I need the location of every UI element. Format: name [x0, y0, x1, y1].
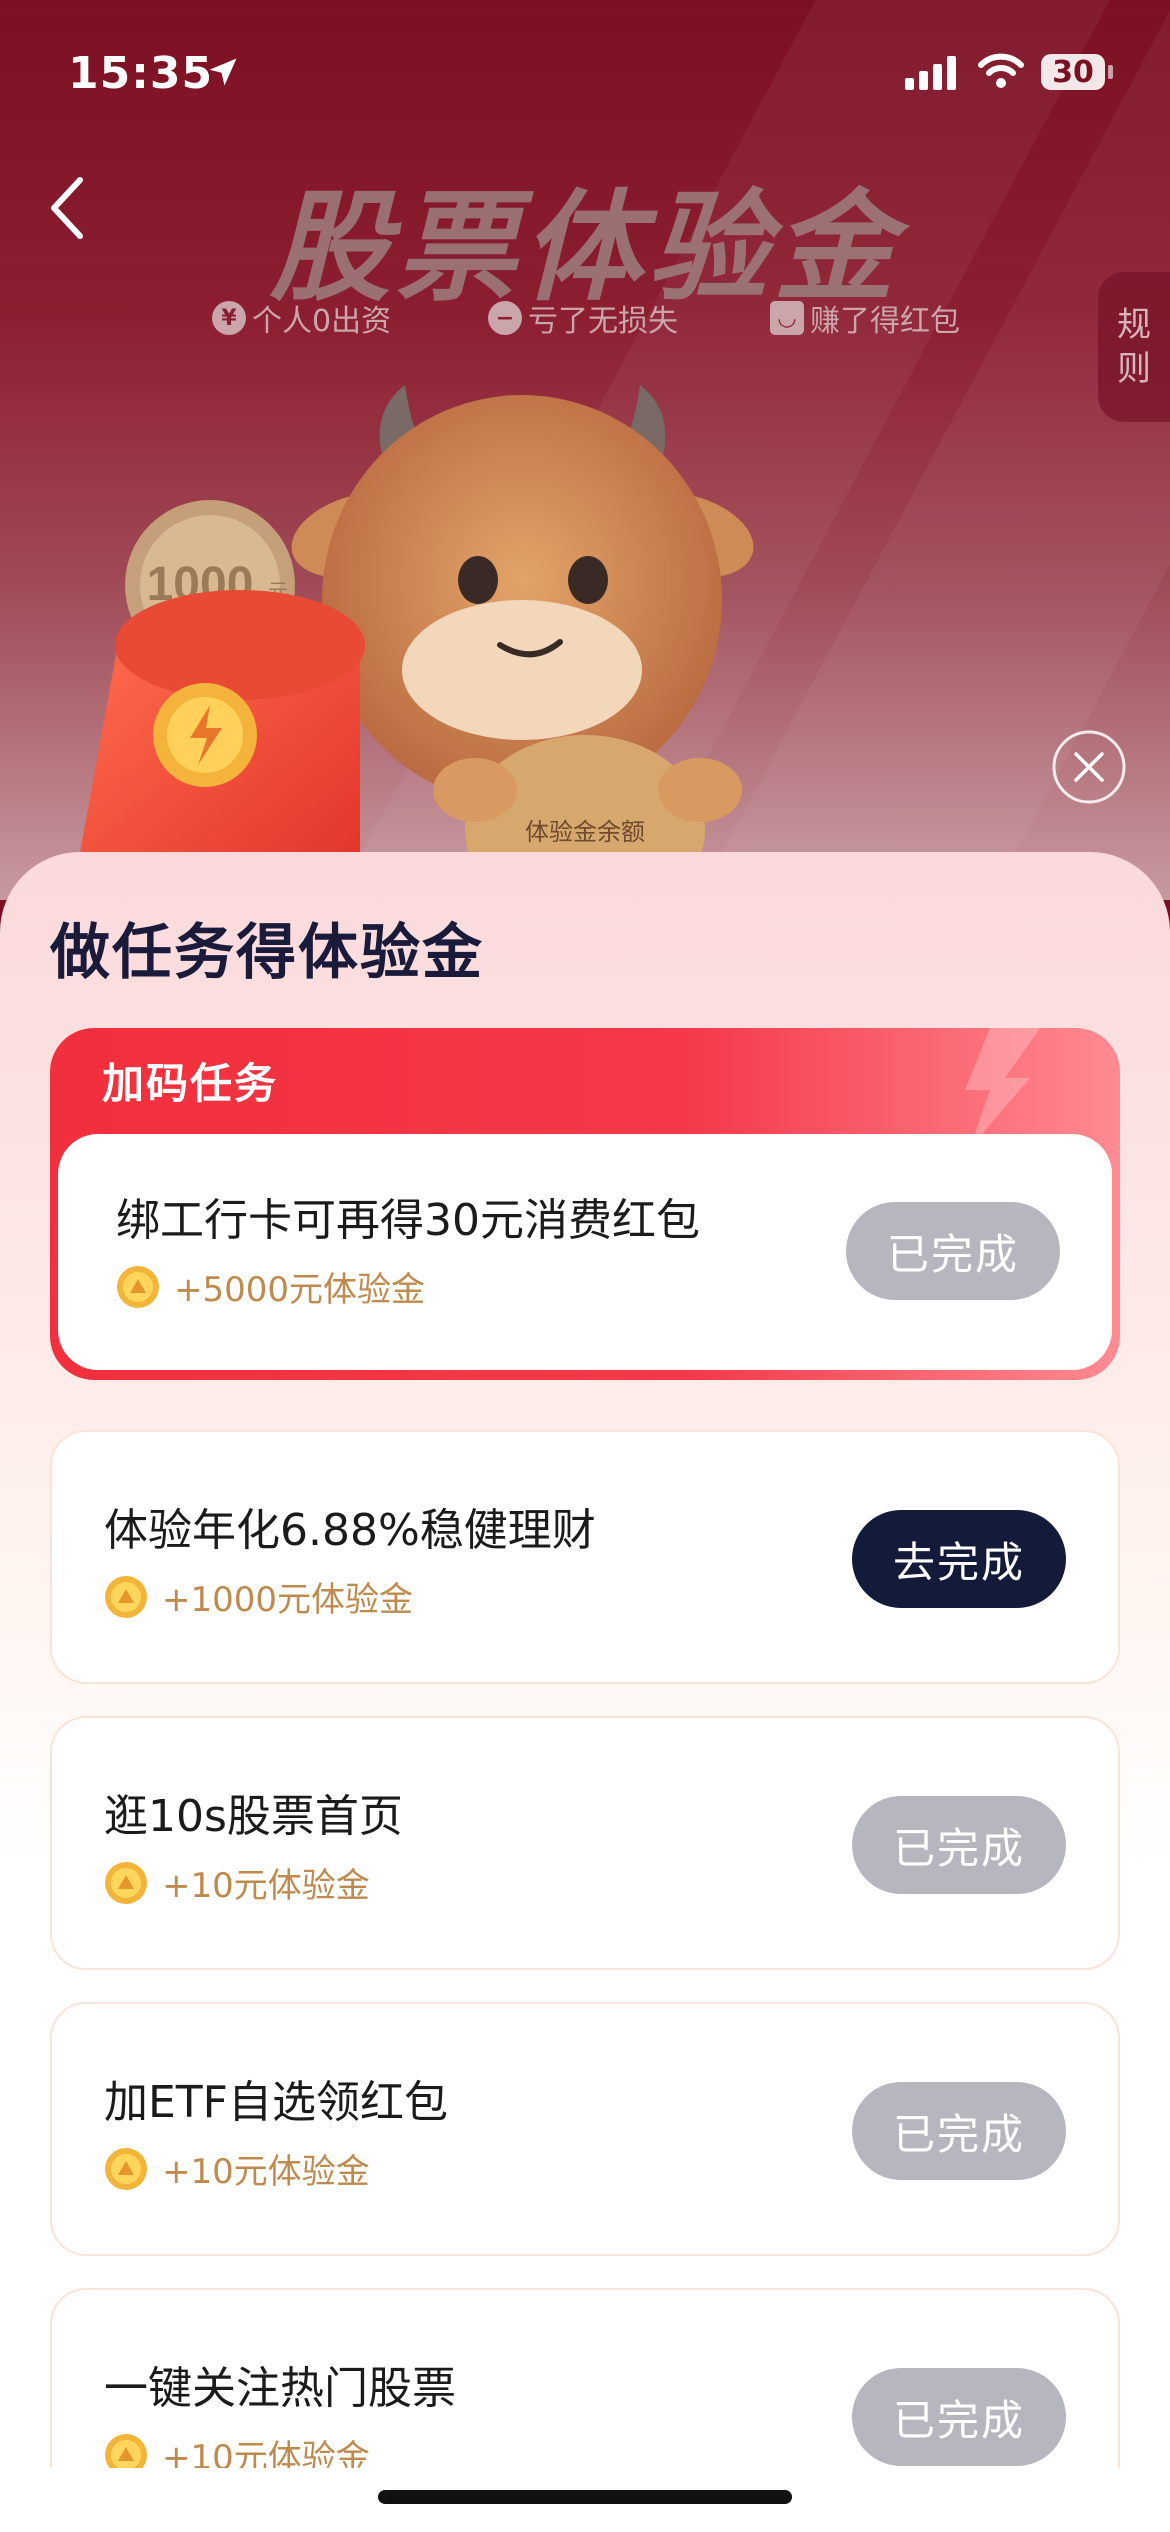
bonus-card-title: 加码任务 — [102, 1059, 279, 1108]
task-done-button[interactable]: 已完成 — [852, 2082, 1066, 2180]
task-card: 加ETF自选领红包 +10元体验金 已完成 — [50, 2002, 1120, 2256]
red-packet-icon — [75, 590, 365, 880]
minus-icon: − — [488, 301, 522, 335]
task-reward: +10元体验金 — [104, 1858, 370, 1907]
feature-item: ◡ 赚了得红包 — [770, 296, 960, 340]
yen-icon: ¥ — [212, 301, 246, 335]
coin-icon — [117, 1265, 159, 1308]
feature-label: 亏了无损失 — [528, 304, 678, 339]
rules-tab[interactable]: 规 则 — [1098, 272, 1170, 422]
wifi-icon — [978, 53, 1024, 88]
rules-label-char: 则 — [1117, 349, 1151, 389]
coin-icon — [105, 1861, 147, 1904]
task-title: 一键关注热门股票 — [104, 2363, 456, 2414]
task-done-button[interactable]: 已完成 — [852, 1796, 1066, 1894]
status-time: 15:35 — [68, 48, 214, 99]
feature-label: 赚了得红包 — [810, 304, 960, 339]
task-reward-label: +10元体验金 — [162, 2152, 370, 2192]
bonus-task-card: 加码任务 绑工行卡可再得30元消费红包 +5000元体验金 已完成 — [50, 1028, 1120, 1380]
coin-icon — [105, 1575, 147, 1618]
task-done-button[interactable]: 已完成 — [852, 2368, 1066, 2466]
coin-icon — [105, 2147, 147, 2190]
task-reward: +1000元体验金 — [104, 1572, 413, 1621]
redpacket-icon: ◡ — [770, 301, 804, 335]
task-title: 逛10s股票首页 — [104, 1791, 403, 1842]
task-reward: +10元体验金 — [104, 2144, 370, 2193]
status-bar: 15:35 30 — [0, 0, 1170, 140]
feature-row: ¥ 个人0出资 − 亏了无损失 ◡ 赚了得红包 — [0, 296, 1170, 346]
task-go-button[interactable]: 去完成 — [852, 1510, 1066, 1608]
sheet-title: 做任务得体验金 — [50, 918, 484, 988]
home-indicator[interactable] — [378, 2490, 792, 2504]
feature-item: ¥ 个人0出资 — [212, 296, 391, 340]
task-title: 体验年化6.88%稳健理财 — [104, 1505, 596, 1556]
task-reward-label: +10元体验金 — [162, 1866, 370, 1906]
task-reward: +5000元体验金 — [116, 1262, 425, 1311]
task-title: 绑工行卡可再得30元消费红包 — [116, 1195, 700, 1246]
close-button[interactable] — [1050, 728, 1128, 806]
feature-label: 个人0出资 — [252, 304, 392, 339]
task-card: 体验年化6.88%稳健理财 +1000元体验金 去完成 — [50, 1430, 1120, 1684]
task-reward-label: +1000元体验金 — [162, 1580, 414, 1620]
bonus-task-item: 绑工行卡可再得30元消费红包 +5000元体验金 已完成 — [58, 1134, 1112, 1370]
rules-label-char: 规 — [1117, 304, 1151, 345]
task-card: 逛10s股票首页 +10元体验金 已完成 — [50, 1716, 1120, 1970]
location-arrow-icon — [209, 58, 237, 86]
battery-level: 30 — [1052, 55, 1094, 90]
task-title: 加ETF自选领红包 — [104, 2077, 448, 2128]
task-reward-label: +5000元体验金 — [174, 1270, 426, 1310]
balance-label: 体验金余额 — [525, 818, 645, 846]
task-sheet: 做任务得体验金 加码任务 绑工行卡可再得30元消费红包 +5000元体验金 已完… — [0, 852, 1170, 2532]
cellular-signal-icon — [905, 56, 956, 90]
feature-item: − 亏了无损失 — [488, 296, 678, 340]
bull-mascot-illustration: 1000 元 体验金余额 — [75, 385, 754, 880]
task-done-button[interactable]: 已完成 — [846, 1202, 1060, 1300]
lightning-decoration-icon — [965, 1028, 1040, 1148]
